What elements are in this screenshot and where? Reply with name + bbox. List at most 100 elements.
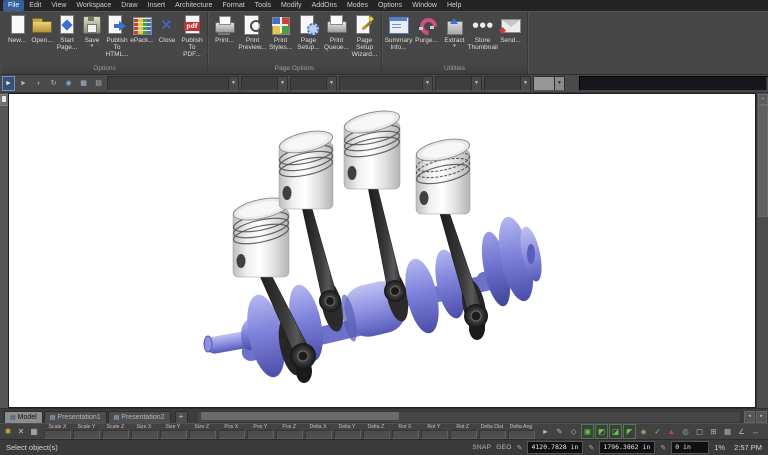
menu-item[interactable]: Workspace <box>71 0 116 11</box>
selection-info-icon[interactable]: ✱ <box>2 426 14 438</box>
coord-x-field[interactable]: 4120.7828 in <box>527 441 583 454</box>
chevron-down-icon[interactable]: ▼ <box>471 77 481 90</box>
ribbon-button[interactable]: Start Page... <box>55 14 79 51</box>
inspector-field-input[interactable] <box>131 430 158 439</box>
layer-dropdown[interactable]: ▼ <box>579 76 768 91</box>
inspector-field-input[interactable] <box>276 430 303 439</box>
distance-snap-icon[interactable]: ↔ <box>749 424 762 439</box>
ribbon-button[interactable]: Open... <box>30 14 54 44</box>
pen-color-dropdown[interactable]: ▼ <box>339 76 433 91</box>
scroll-left-button[interactable]: ◂ <box>744 411 755 423</box>
menu-item[interactable]: Architecture <box>170 0 217 11</box>
rotate-view-icon[interactable]: ↻ <box>47 76 60 91</box>
style-dropdown[interactable]: ▼ <box>107 76 239 91</box>
snap-midpoint-icon[interactable]: ◩ <box>595 424 608 439</box>
ribbon-button[interactable]: Save ▾ <box>80 14 104 49</box>
chevron-down-icon[interactable]: ▼ <box>326 77 336 90</box>
pick-point-icon[interactable]: ◉ <box>62 76 75 91</box>
snap-vertex-icon[interactable]: ▣ <box>581 424 594 439</box>
inspector-field-input[interactable] <box>392 430 419 439</box>
chevron-down-icon[interactable]: ▼ <box>422 77 432 90</box>
snap-indicator[interactable]: SNAP <box>472 444 491 451</box>
menu-item[interactable]: Draw <box>116 0 142 11</box>
ribbon-button[interactable]: ePack... <box>130 14 154 44</box>
menu-item[interactable]: View <box>46 0 71 11</box>
edit-tool-icon[interactable]: ✎ <box>553 424 566 439</box>
chevron-down-icon[interactable]: ▼ <box>554 77 564 90</box>
snap-quadrant-icon[interactable]: ◤ <box>623 424 636 439</box>
ribbon-button[interactable]: Summary Info... <box>385 14 412 51</box>
ribbon-button[interactable]: Print Styles... <box>267 14 294 51</box>
snap-intersection-icon[interactable]: ◆ <box>637 424 650 439</box>
coord-y-field[interactable]: 1796.3862 in <box>599 441 655 454</box>
ribbon-button[interactable]: Purge... <box>413 14 440 44</box>
ribbon-button[interactable]: Print... <box>211 14 238 44</box>
menu-item[interactable]: Window <box>407 0 442 11</box>
ribbon-button[interactable]: Page Setup Wizard... <box>351 14 378 58</box>
inspector-field-input[interactable] <box>218 430 245 439</box>
menu-item[interactable]: Format <box>218 0 250 11</box>
inspector-field-input[interactable] <box>102 430 129 439</box>
snap-aperture-icon[interactable]: ▲ <box>665 424 678 439</box>
chevron-down-icon[interactable]: ▼ <box>520 77 530 90</box>
brush-hatch-dropdown[interactable]: ▼ <box>484 76 531 91</box>
chevron-down-icon[interactable]: ▼ <box>228 77 238 90</box>
grid-display-icon[interactable]: ⊞ <box>707 424 720 439</box>
ribbon-button[interactable]: Print Queue... <box>323 14 350 51</box>
menu-item[interactable]: Edit <box>24 0 46 11</box>
node-snap-icon[interactable]: ◇ <box>567 424 580 439</box>
brush-style-dropdown[interactable]: ▼ <box>435 76 482 91</box>
inspector-field-input[interactable] <box>450 430 477 439</box>
ribbon-button[interactable]: New... <box>5 14 29 44</box>
brush-color-dropdown[interactable]: ▼ <box>533 76 565 91</box>
rectangle-mode-icon[interactable]: ▢ <box>693 424 706 439</box>
menu-item[interactable]: Insert <box>143 0 171 11</box>
menu-item[interactable]: Options <box>373 0 407 11</box>
ribbon-button[interactable]: Store Thumbnail <box>469 14 496 51</box>
inspector-field-input[interactable] <box>508 430 535 439</box>
vertical-scrollbar-thumb[interactable] <box>758 105 768 217</box>
model-canvas[interactable] <box>8 93 756 408</box>
deselect-icon[interactable]: ✕ <box>15 426 27 438</box>
inspector-field-input[interactable] <box>44 430 71 439</box>
snap-center-icon[interactable]: ◪ <box>609 424 622 439</box>
ribbon-button[interactable]: Page Setup... <box>295 14 322 51</box>
ribbon-button[interactable]: Print Preview... <box>239 14 266 51</box>
grid-cells-icon[interactable]: ▦ <box>721 424 734 439</box>
degree-icon[interactable]: ° <box>763 424 768 439</box>
menu-item[interactable]: AddOns <box>307 0 342 11</box>
coordinate-fields-icon[interactable]: ▦ <box>28 426 40 438</box>
inspector-field-input[interactable] <box>421 430 448 439</box>
inspector-field-input[interactable] <box>363 430 390 439</box>
ribbon-button[interactable]: Extract ▾ <box>441 14 468 49</box>
scroll-right-button[interactable]: ▸ <box>756 411 767 423</box>
select-cursor-icon[interactable]: ► <box>2 76 15 91</box>
grid-toggle-icon[interactable]: ▦ <box>77 76 90 91</box>
chevron-down-icon[interactable]: ▼ <box>277 77 287 90</box>
menu-item[interactable]: File <box>3 0 24 11</box>
vertical-scrollbar[interactable]: ▪ <box>756 93 768 408</box>
ortho-mode-icon[interactable]: ◎ <box>679 424 692 439</box>
hand-tool-icon[interactable]: ◗ <box>32 76 45 91</box>
inspector-field-input[interactable] <box>334 430 361 439</box>
inspector-field-input[interactable] <box>247 430 274 439</box>
menu-item[interactable]: Tools <box>250 0 276 11</box>
menu-item[interactable]: Help <box>442 0 466 11</box>
angle-snap-icon[interactable]: ∠ <box>735 424 748 439</box>
ribbon-button[interactable]: Send... <box>497 14 524 44</box>
print-layout-icon[interactable]: ▤ <box>92 76 105 91</box>
pointer-mode-icon[interactable]: ► <box>539 424 552 439</box>
pen-pattern-dropdown[interactable]: ▼ <box>290 76 337 91</box>
edit-cursor-icon[interactable]: ► <box>17 76 30 91</box>
horizontal-scrollbar[interactable] <box>196 411 742 423</box>
snap-grid-icon[interactable]: ✓ <box>651 424 664 439</box>
pen-width-dropdown[interactable]: ▼ <box>241 76 288 91</box>
inspector-field-input[interactable] <box>189 430 216 439</box>
geo-indicator[interactable]: GEO <box>496 444 511 451</box>
inspector-field-input[interactable] <box>160 430 187 439</box>
horizontal-scrollbar-thumb[interactable] <box>201 412 399 420</box>
scrollbar-top-button[interactable]: ▪ <box>758 94 768 105</box>
ribbon-button[interactable]: Close <box>155 14 179 44</box>
ribbon-button[interactable]: Publish To HTML... <box>105 14 129 58</box>
menu-item[interactable]: Modify <box>276 0 307 11</box>
